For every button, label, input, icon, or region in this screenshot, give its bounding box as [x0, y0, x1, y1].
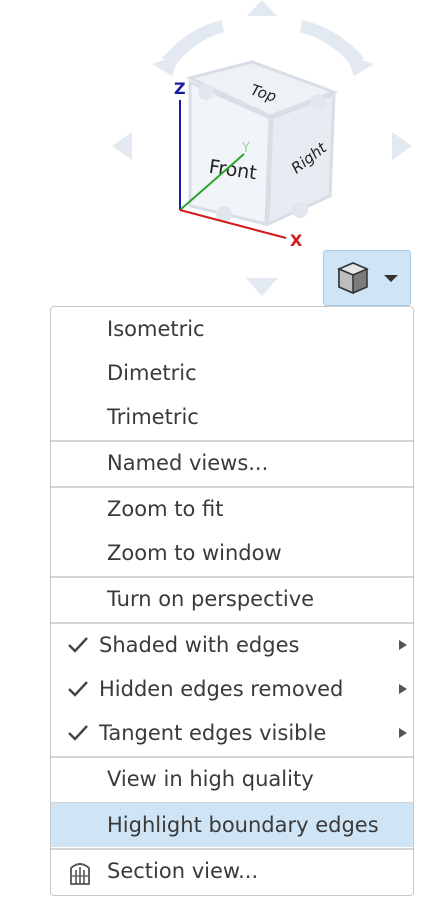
menu-item-section-view[interactable]: Section view...: [51, 849, 413, 893]
menu-item-zoom-to-fit[interactable]: Zoom to fit: [51, 487, 413, 531]
submenu-arrow-icon: [399, 684, 407, 694]
menu-item-label: Turn on perspective: [107, 587, 315, 611]
y-axis-label: Y: [241, 141, 250, 156]
menu-item-label: Isometric: [107, 317, 205, 341]
submenu-arrow-icon: [399, 728, 407, 738]
checkmark-icon: [68, 637, 88, 653]
checkmark-icon: [68, 725, 88, 741]
pan-down-arrow[interactable]: [246, 278, 278, 296]
menu-item-label: Zoom to window: [107, 541, 282, 565]
menu-item-tangent-edges-visible[interactable]: Tangent edges visible: [51, 711, 413, 755]
z-axis-label: Z: [174, 79, 186, 98]
menu-item-label: Section view...: [107, 859, 259, 883]
menu-item-shaded-with-edges[interactable]: Shaded with edges: [51, 623, 413, 667]
pan-left-arrow[interactable]: [112, 132, 132, 160]
menu-item-highlight-boundary-edges[interactable]: Highlight boundary edges: [51, 803, 413, 847]
menu-item-turn-on-perspective[interactable]: Turn on perspective: [51, 577, 413, 621]
view-options-dropdown-button[interactable]: [323, 250, 411, 306]
pan-right-arrow[interactable]: [392, 132, 412, 160]
menu-item-trimetric[interactable]: Trimetric: [51, 395, 413, 439]
menu-item-isometric[interactable]: Isometric: [51, 307, 413, 351]
checkmark-icon: [68, 681, 88, 697]
menu-item-label: Dimetric: [107, 361, 197, 385]
submenu-arrow-icon: [399, 640, 407, 650]
menu-item-dimetric[interactable]: Dimetric: [51, 351, 413, 395]
menu-item-label: Trimetric: [107, 405, 199, 429]
menu-item-label: Highlight boundary edges: [107, 813, 379, 837]
menu-item-label: Named views...: [107, 451, 269, 475]
menu-item-label: View in high quality: [107, 767, 314, 791]
menu-item-view-in-high-quality[interactable]: View in high quality: [51, 757, 413, 801]
menu-item-label: Zoom to fit: [107, 497, 224, 521]
cube-icon: [337, 262, 369, 295]
menu-item-label: Tangent edges visible: [99, 721, 327, 745]
menu-item-zoom-to-window[interactable]: Zoom to window: [51, 531, 413, 575]
pan-up-arrow[interactable]: [247, 0, 277, 16]
menu-item-named-views[interactable]: Named views...: [51, 441, 413, 485]
chevron-down-icon: [384, 274, 398, 282]
x-axis-label: X: [290, 231, 303, 250]
section-view-icon: [70, 863, 90, 885]
menu-item-label: Shaded with edges: [99, 633, 300, 657]
view-cube[interactable]: Top Front Right: [185, 60, 339, 227]
view-menu: Isometric Dimetric Trimetric Named views…: [50, 306, 414, 896]
menu-item-hidden-edges-removed[interactable]: Hidden edges removed: [51, 667, 413, 711]
menu-item-label: Hidden edges removed: [99, 677, 344, 701]
